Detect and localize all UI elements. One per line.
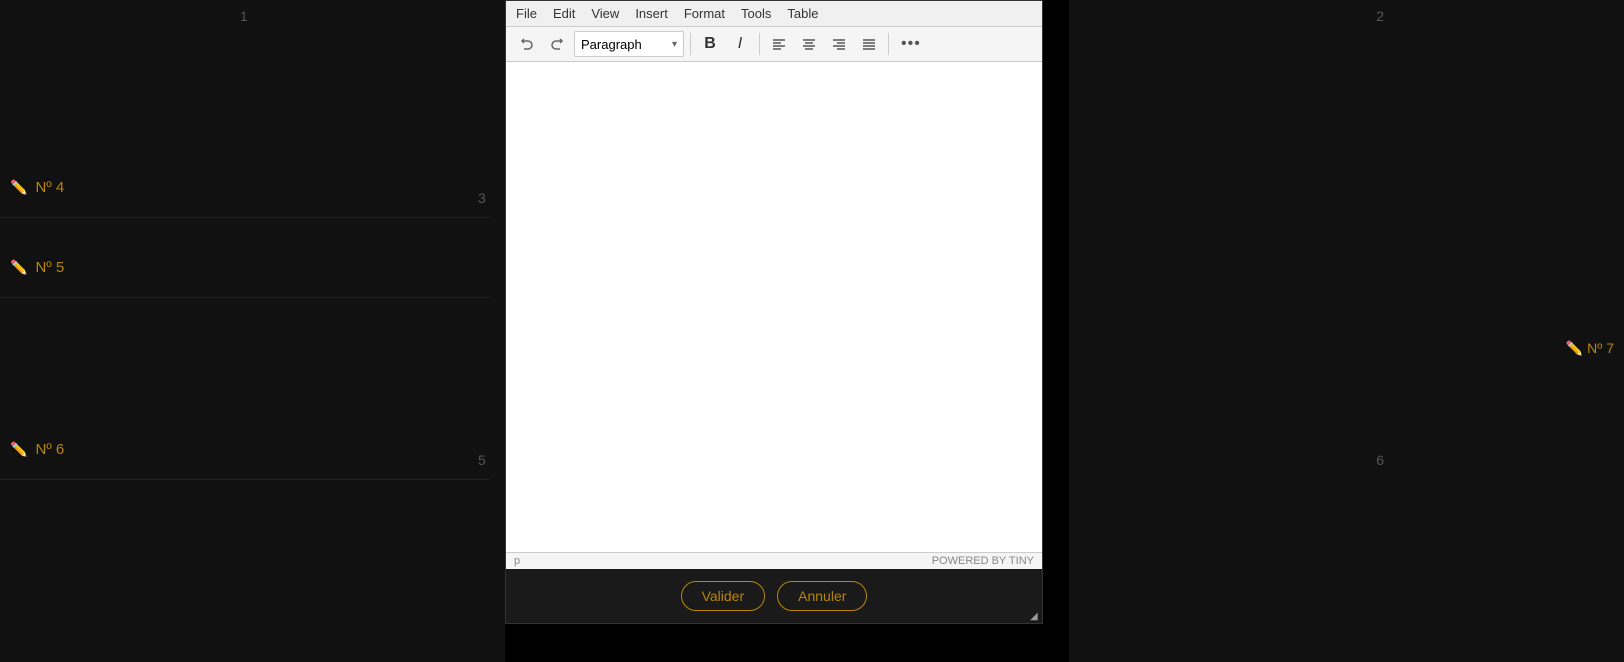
editor-toolbar: Paragraph ▾ B I [506,27,1042,62]
pencil-icon-6: ✏️ [10,441,27,458]
list-item-6-label: Nº 6 [35,441,64,458]
italic-button[interactable]: I [727,31,753,57]
status-path: p [514,555,520,567]
toolbar-divider-3 [888,33,889,55]
bold-button[interactable]: B [697,31,723,57]
more-options-button[interactable]: ••• [895,31,927,57]
annuler-button[interactable]: Annuler [777,581,867,611]
align-left-button[interactable] [766,31,792,57]
list-item-6[interactable]: ✏️ Nº 6 [0,420,490,480]
menu-view[interactable]: View [591,6,619,21]
more-icon: ••• [901,35,921,53]
list-item-5-label: Nº 5 [35,259,64,276]
bold-icon: B [704,35,716,53]
resize-handle[interactable]: ◢ [1030,611,1040,621]
menu-tools[interactable]: Tools [741,6,771,21]
editor-modal: File Edit View Insert Format Tools Table… [505,0,1043,624]
list-item-4[interactable]: ✏️ Nº 4 [0,158,490,218]
corner-number-1: 1 [240,8,248,24]
toolbar-divider-2 [759,33,760,55]
list-item-4-label: Nº 4 [35,179,64,196]
toolbar-divider-1 [690,33,691,55]
menu-edit[interactable]: Edit [553,6,575,21]
editor-statusbar: p POWERED BY TINY ◢ [506,552,1042,569]
right-panel-bg [1069,0,1624,662]
align-right-button[interactable] [826,31,852,57]
pencil-icon-7: ✏️ [1566,340,1583,356]
redo-button[interactable] [544,31,570,57]
align-center-button[interactable] [796,31,822,57]
valider-button[interactable]: Valider [681,581,766,611]
align-justify-button[interactable] [856,31,882,57]
paragraph-arrow: ▾ [672,39,677,50]
menu-insert[interactable]: Insert [635,6,668,21]
paragraph-label: Paragraph [581,37,642,52]
menu-file[interactable]: File [516,6,537,21]
editor-content-area[interactable] [506,62,1042,552]
corner-number-2: 2 [1376,8,1384,24]
paragraph-select[interactable]: Paragraph ▾ [574,31,684,57]
menu-format[interactable]: Format [684,6,725,21]
italic-icon: I [738,35,742,53]
left-panel-bg [0,0,505,662]
list-item-5[interactable]: ✏️ Nº 5 [0,238,490,298]
pencil-icon-5: ✏️ [10,259,27,276]
corner-number-6: 6 [1376,452,1384,468]
undo-button[interactable] [514,31,540,57]
right-item-7-label: Nº 7 [1587,340,1614,356]
editor-menubar: File Edit View Insert Format Tools Table [506,1,1042,27]
editor-action-buttons: Valider Annuler [506,569,1042,623]
powered-by: POWERED BY TINY [932,555,1034,567]
right-item-7[interactable]: ✏️ Nº 7 [1566,340,1614,357]
pencil-icon-4: ✏️ [10,179,27,196]
menu-table[interactable]: Table [787,6,818,21]
